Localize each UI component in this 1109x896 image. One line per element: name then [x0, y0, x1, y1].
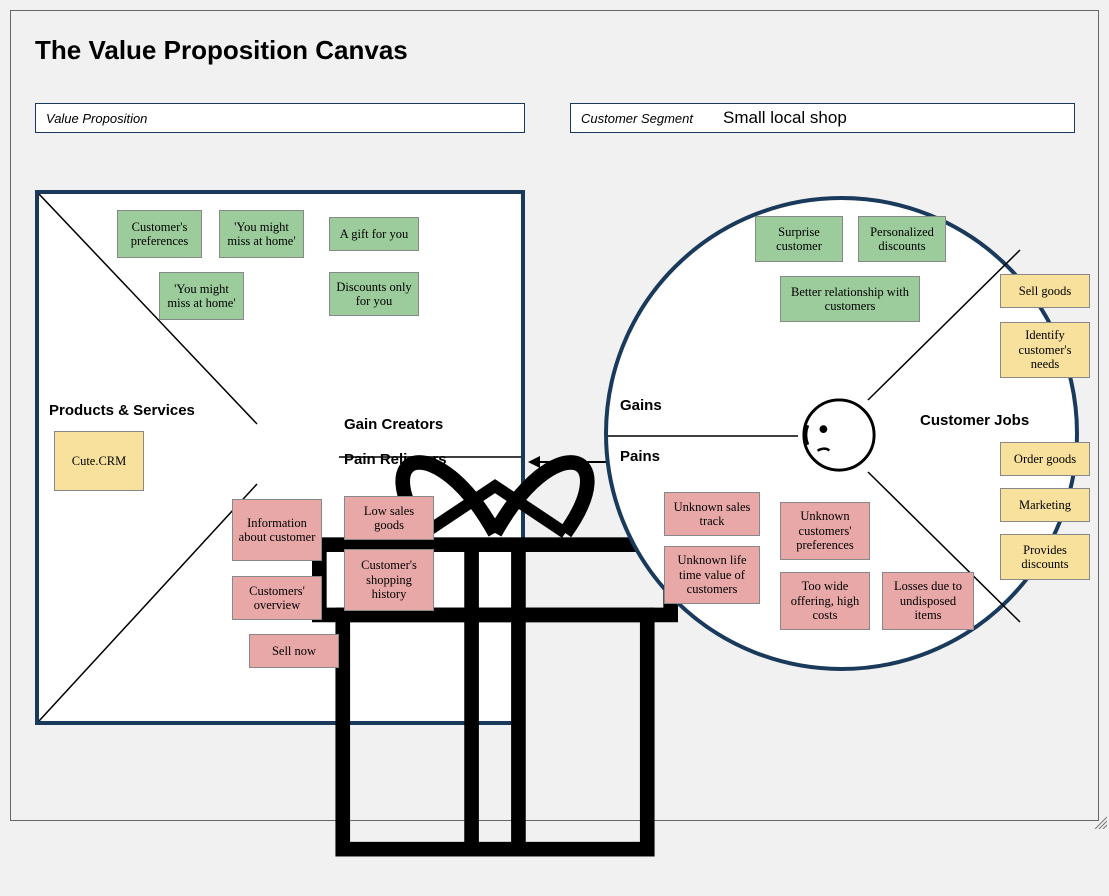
note-pain-reliever[interactable]: Customers' overview [232, 576, 322, 620]
pains-label: Pains [620, 448, 660, 465]
gains-label: Gains [620, 397, 662, 414]
note-pain[interactable]: Losses due to undisposed items [882, 572, 974, 630]
note-pain[interactable]: Unknown sales track [664, 492, 760, 536]
note-gain-creator[interactable]: 'You might miss at home' [219, 210, 304, 258]
note-gain-creator[interactable]: Customer's preferences [117, 210, 202, 258]
value-proposition-panel: Products & Services Gain Creators Pain R… [35, 190, 525, 725]
resize-grip-icon[interactable] [1093, 815, 1107, 829]
cs-header-label: Customer Segment [581, 111, 693, 126]
note-job[interactable]: Order goods [1000, 442, 1090, 476]
note-pain-reliever[interactable]: Sell now [249, 634, 339, 668]
note-pain-reliever[interactable]: Information about customer [232, 499, 322, 561]
note-gain[interactable]: Surprise customer [755, 216, 843, 262]
pain-relievers-label: Pain Relievers [344, 451, 447, 468]
note-pain-reliever[interactable]: Low sales goods [344, 496, 434, 540]
page-title: The Value Proposition Canvas [35, 35, 408, 66]
note-gain-creator[interactable]: 'You might miss at home' [159, 272, 244, 320]
note-job[interactable]: Identify customer's needs [1000, 322, 1090, 378]
customer-segment-panel: Gains Pains Customer Jobs Surprise custo… [600, 190, 1109, 725]
note-gain-creator[interactable]: Discounts only for you [329, 272, 419, 316]
note-job[interactable]: Marketing [1000, 488, 1090, 522]
value-proposition-header: Value Proposition [35, 103, 525, 133]
note-pain[interactable]: Unknown life time value of customers [664, 546, 760, 604]
gain-creators-label: Gain Creators [344, 416, 443, 433]
note-pain-reliever[interactable]: Customer's shopping history [344, 549, 434, 611]
note-gain[interactable]: Personalized discounts [858, 216, 946, 262]
note-job[interactable]: Provides discounts [1000, 534, 1090, 580]
cs-header-value: Small local shop [723, 108, 847, 128]
note-gain[interactable]: Better relationship with customers [780, 276, 920, 322]
customer-jobs-label: Customer Jobs [920, 412, 1029, 429]
note-pain[interactable]: Too wide offering, high costs [780, 572, 870, 630]
note-job[interactable]: Sell goods [1000, 274, 1090, 308]
note-gain-creator[interactable]: A gift for you [329, 217, 419, 251]
vp-header-label: Value Proposition [46, 111, 147, 126]
customer-segment-header: Customer Segment Small local shop [570, 103, 1075, 133]
note-pain[interactable]: Unknown customers' preferences [780, 502, 870, 560]
products-services-label: Products & Services [49, 402, 195, 419]
note-product-cutecrm[interactable]: Cute.CRM [54, 431, 144, 491]
